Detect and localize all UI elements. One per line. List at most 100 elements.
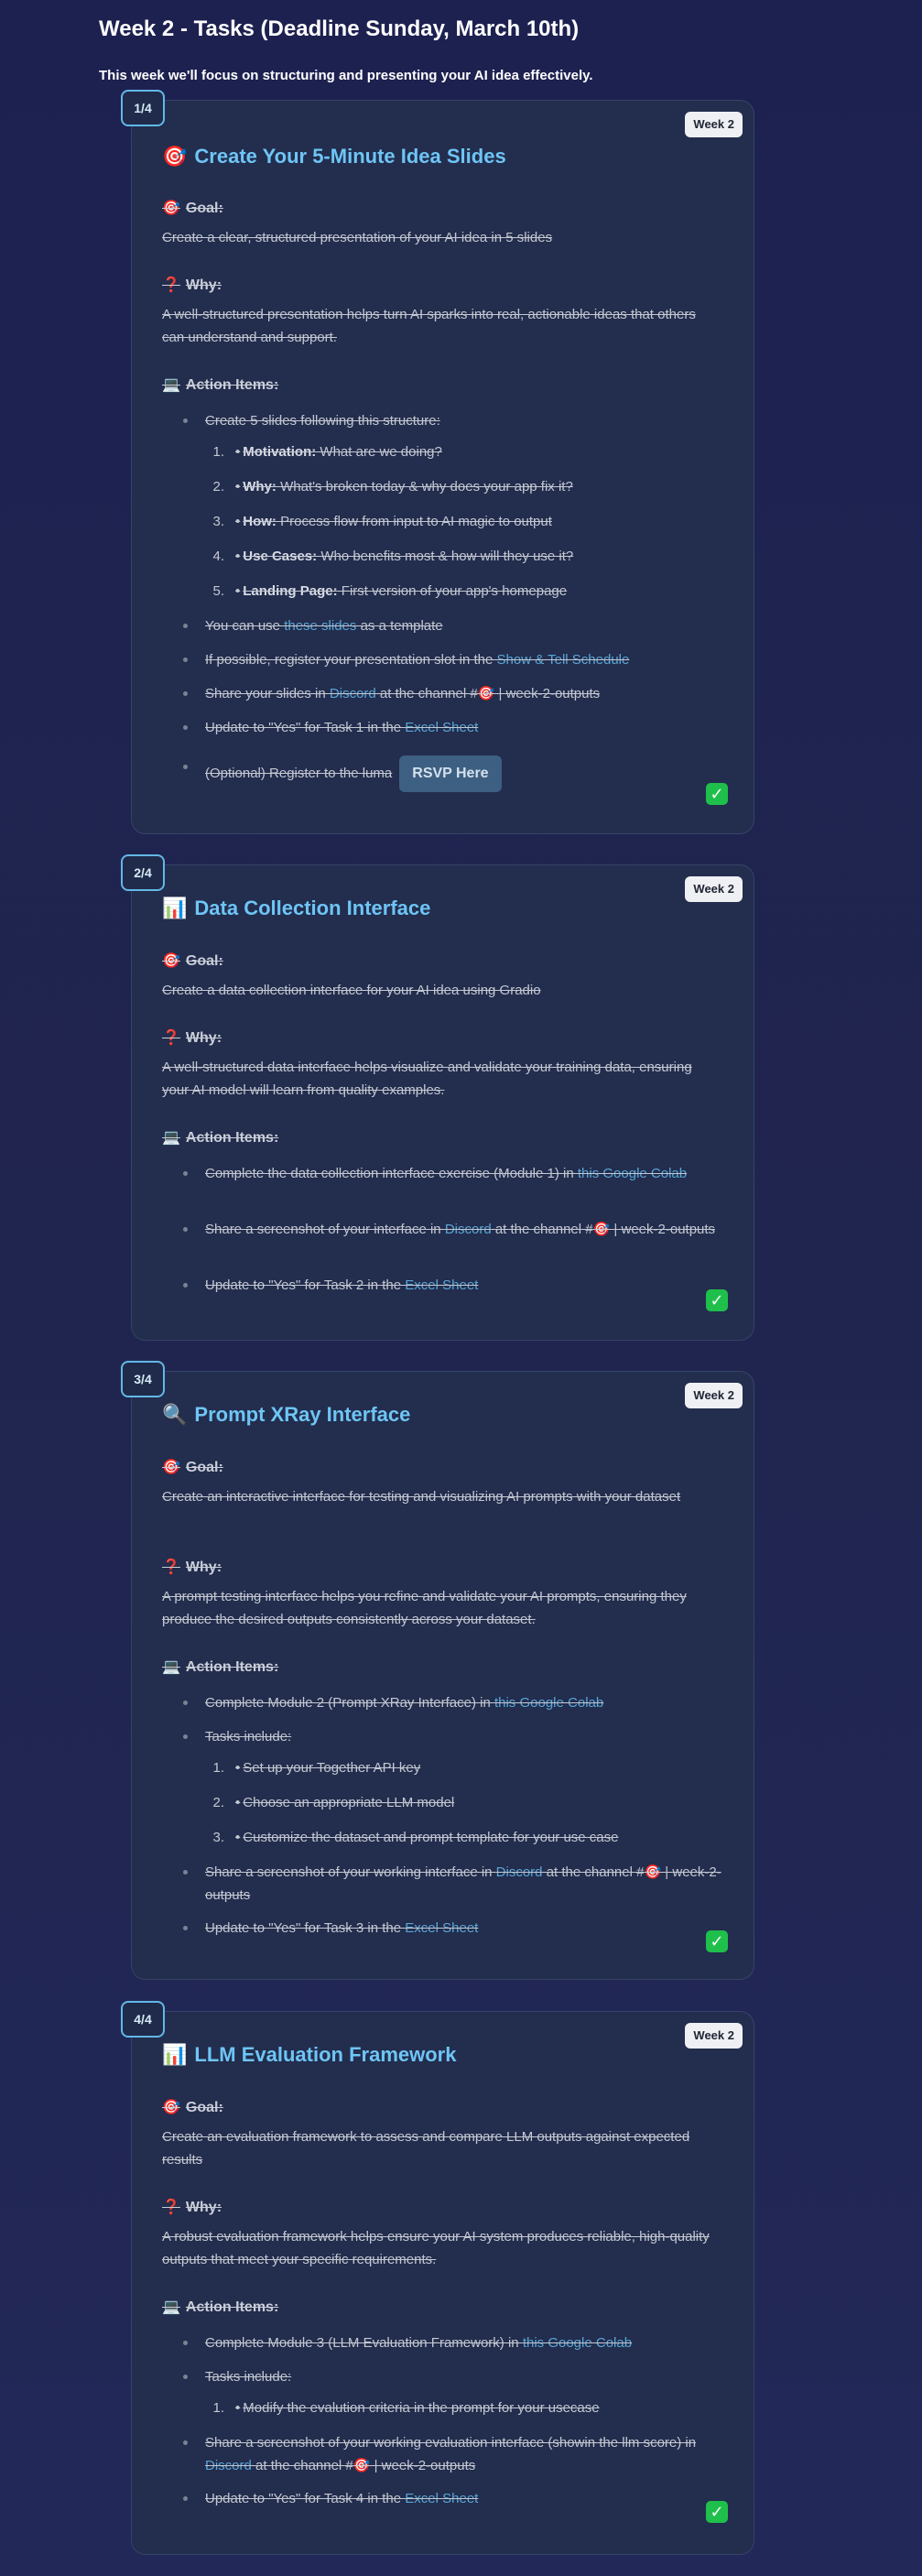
item-number: 3. [212, 514, 224, 529]
item-number: 1. [212, 444, 224, 460]
item-number: 2. [212, 479, 224, 495]
rsvp-button[interactable]: RSVP Here [399, 755, 502, 792]
laptop-icon: 💻 [162, 1659, 180, 1675]
colab-link[interactable]: this Google Colab [578, 1166, 687, 1181]
week-badge: Week 2 [685, 112, 743, 137]
numbered-item: 1. • Set up your Together API key [212, 1756, 730, 1779]
task-title: 🎯 Create Your 5-Minute Idea Slides [162, 145, 506, 168]
list-item: Create 5 slides following this structure… [183, 409, 722, 432]
goal-text: Create an evaluation framework to assess… [162, 2129, 690, 2168]
goal-text: Create an interactive interface for test… [162, 1489, 681, 1505]
task-title-text: LLM Evaluation Framework [194, 2043, 457, 2066]
item-text: as a template [356, 618, 443, 634]
discord-link[interactable]: Discord [496, 1864, 543, 1880]
item-label: How: [243, 514, 277, 529]
slides-link[interactable]: these slides [284, 618, 356, 634]
excel-sheet-link[interactable]: Excel Sheet [405, 2491, 478, 2506]
item-number: 1. [212, 2400, 224, 2416]
item-label: Landing Page: [243, 583, 338, 599]
goal-text: Create a data collection interface for y… [162, 983, 541, 998]
item-text: Update to "Yes" for Task 1 in the [205, 720, 406, 735]
item-number: 3. [212, 1830, 224, 1845]
page-subtitle: This week we'll focus on structuring and… [99, 68, 593, 83]
action-label: Action Items: [185, 2299, 279, 2315]
question-icon: ❓ [162, 1560, 180, 1575]
list-item: Update to "Yes" for Task 3 in the Excel … [183, 1917, 722, 1940]
dart-icon: 🎯 [162, 2100, 180, 2115]
item-text: Update to "Yes" for Task 4 in the [205, 2491, 406, 2506]
action-heading: 💻 Action Items: [162, 1658, 278, 1676]
why-text: A prompt testing interface helps you ref… [162, 1589, 687, 1627]
item-text: at the channel #🎯 | week-2-outputs [375, 686, 601, 701]
dart-icon: 🎯 [162, 1460, 180, 1475]
item-number: 5. [212, 583, 224, 599]
item-text: You can use [205, 618, 285, 634]
task-card-3: 3/4 Week 2 🔍 Prompt XRay Interface 🎯 Goal:… [121, 1361, 754, 1980]
dart-icon: 🎯 [162, 201, 180, 216]
step-badge: 4/4 [121, 2001, 165, 2038]
numbered-item: 1. • Motivation: What are we doing? [212, 440, 730, 463]
why-text: A well-structured data interface helps v… [162, 1060, 692, 1098]
item-text: Share a screenshot of your working evalu… [205, 2435, 697, 2451]
item-text: Customize the dataset and prompt templat… [243, 1830, 619, 1845]
item-text: First version of your app's homepage [337, 583, 568, 599]
dart-icon: 🎯 [162, 145, 188, 168]
list-item: Complete the data collection interface e… [183, 1162, 722, 1185]
item-text: Update to "Yes" for Task 3 in the [205, 1920, 406, 1936]
item-text: Complete Module 3 (LLM Evaluation Framew… [205, 2335, 523, 2351]
colab-link[interactable]: this Google Colab [523, 2335, 632, 2351]
excel-sheet-link[interactable]: Excel Sheet [405, 1920, 478, 1936]
goal-heading: 🎯 Goal: [162, 951, 223, 970]
task-title-text: Prompt XRay Interface [194, 1403, 411, 1426]
item-label: Motivation: [243, 444, 317, 460]
list-item: Complete Module 2 (Prompt XRay Interface… [183, 1691, 722, 1714]
task-title-text: Data Collection Interface [194, 897, 431, 919]
laptop-icon: 💻 [162, 377, 180, 393]
task-title: 🔍 Prompt XRay Interface [162, 1403, 410, 1427]
action-heading: 💻 Action Items: [162, 1128, 278, 1147]
why-heading: ❓ Why: [162, 2198, 222, 2216]
excel-sheet-link[interactable]: Excel Sheet [405, 1277, 478, 1293]
item-text: at the channel #🎯 | week-2-outputs [491, 1222, 716, 1237]
action-heading: 💻 Action Items: [162, 2298, 278, 2316]
goal-heading: 🎯 Goal: [162, 1458, 223, 1476]
action-label: Action Items: [185, 1130, 279, 1146]
laptop-icon: 💻 [162, 1130, 180, 1146]
question-icon: ❓ [162, 277, 180, 293]
numbered-item: 5. • Landing Page: First version of your a… [212, 580, 730, 603]
action-heading: 💻 Action Items: [162, 375, 278, 394]
why-label: Why: [185, 277, 222, 293]
item-number: 4. [212, 549, 224, 564]
item-text: Share a screenshot of your interface in [205, 1222, 445, 1237]
numbered-item: 2. • Choose an appropriate LLM model [212, 1791, 730, 1814]
list-item: (Optional) Register to the luma RSVP Here [183, 755, 722, 792]
item-number: 1. [212, 1760, 224, 1776]
list-item: Share a screenshot of your working inter… [183, 1861, 722, 1907]
discord-link[interactable]: Discord [205, 2458, 252, 2473]
week-badge: Week 2 [685, 876, 743, 902]
why-label: Why: [185, 1030, 222, 1046]
item-text: Complete the data collection interface e… [205, 1166, 578, 1181]
goal-label: Goal: [185, 2100, 223, 2115]
item-text: Complete Module 2 (Prompt XRay Interface… [205, 1695, 494, 1711]
step-badge: 3/4 [121, 1361, 165, 1397]
excel-sheet-link[interactable]: Excel Sheet [405, 720, 478, 735]
colab-link[interactable]: this Google Colab [494, 1695, 603, 1711]
goal-label: Goal: [185, 953, 223, 969]
discord-link[interactable]: Discord [330, 686, 376, 701]
item-number: 2. [212, 1795, 224, 1810]
schedule-link[interactable]: Show & Tell Schedule [497, 652, 630, 668]
item-text: at the channel #🎯 | week-2-outputs [251, 2458, 476, 2473]
why-text: A well-structured presentation helps tur… [162, 307, 696, 345]
item-text: Share your slides in [205, 686, 330, 701]
numbered-item: 3. • How: Process flow from input to AI ma… [212, 510, 730, 533]
dart-icon: 🎯 [162, 953, 180, 969]
item-text: What are we doing? [316, 444, 442, 460]
why-label: Why: [185, 2200, 222, 2215]
list-item: You can use these slides as a template [183, 614, 722, 637]
list-item: Update to "Yes" for Task 2 in the Excel … [183, 1274, 722, 1297]
item-text: Modify the evalution criteria in the pro… [243, 2400, 600, 2416]
discord-link[interactable]: Discord [445, 1222, 492, 1237]
list-item: Update to "Yes" for Task 1 in the Excel … [183, 716, 722, 739]
list-item: Share a screenshot of your interface in … [183, 1218, 722, 1241]
